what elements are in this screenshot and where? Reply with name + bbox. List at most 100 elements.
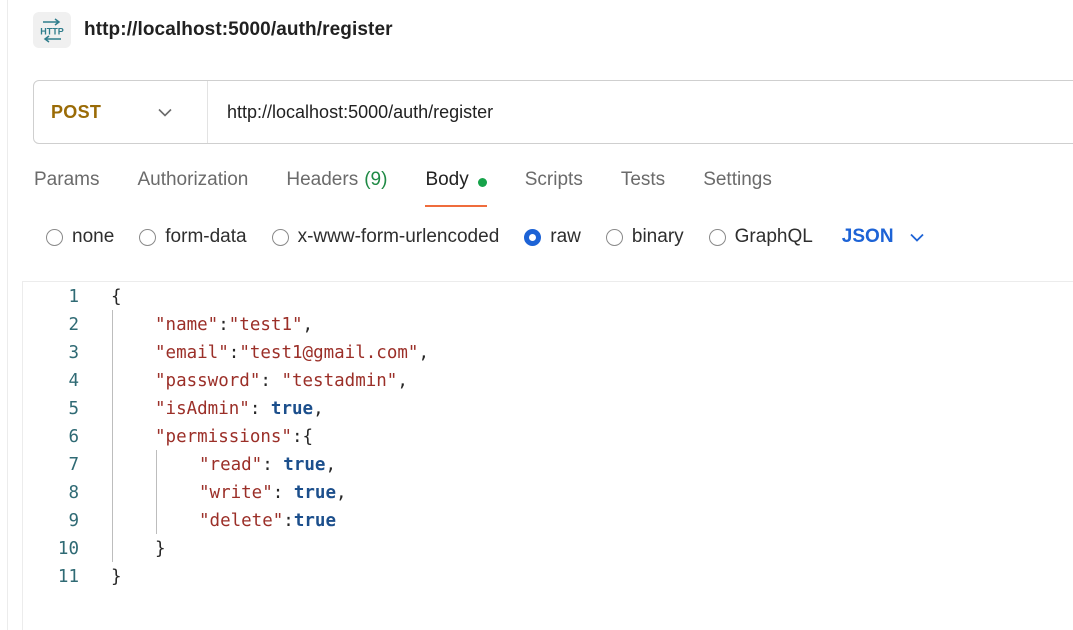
radio-button[interactable] xyxy=(271,228,289,246)
line-number: 1 xyxy=(68,287,79,307)
radio-button-selected[interactable] xyxy=(524,228,542,246)
tab-label: Scripts xyxy=(524,169,583,190)
code-token: { xyxy=(111,287,122,307)
code-token: true xyxy=(283,455,326,475)
chevron-down-icon xyxy=(909,233,924,242)
tab-label: Authorization xyxy=(137,169,249,190)
format-select[interactable]: JSON xyxy=(842,226,924,248)
code-token: : xyxy=(218,315,229,335)
radio-button[interactable] xyxy=(46,228,63,246)
tab-settings[interactable]: Settings xyxy=(703,165,772,207)
left-panel-divider xyxy=(7,0,8,630)
code-token: "test1" xyxy=(228,315,303,335)
code-editor[interactable]: 1{2 "name":"test1", 3 "email":"test1@gmail.… xyxy=(22,281,1073,630)
code-token: , xyxy=(325,455,336,475)
tab-label: Params xyxy=(34,169,100,190)
code-token: "write" xyxy=(199,483,273,503)
code-line: 10} xyxy=(23,535,1073,563)
code-line: 6 "permissions":{ xyxy=(23,423,1073,451)
code-text: "password": "testadmin", xyxy=(155,367,408,395)
code-token: } xyxy=(155,539,166,559)
code-text: "email":"test1@gmail.com", xyxy=(155,339,429,367)
code-text: "isAdmin": true, xyxy=(155,395,324,423)
line-number: 9 xyxy=(68,511,79,531)
code-token: : xyxy=(249,399,271,419)
code-token: "permissions" xyxy=(155,427,292,447)
url-bar: POST xyxy=(33,80,1073,144)
radio-label: raw xyxy=(550,226,581,247)
code-token: : xyxy=(262,455,284,475)
radio-button[interactable] xyxy=(139,228,157,246)
code-token: } xyxy=(111,567,122,587)
url-input[interactable] xyxy=(208,81,1073,143)
code-line: 3 "email":"test1@gmail.com", xyxy=(23,339,1073,367)
code-token: , xyxy=(397,371,408,391)
method-select[interactable]: POST xyxy=(34,81,208,143)
code-token: true xyxy=(293,483,336,503)
line-number: 8 xyxy=(68,483,79,503)
line-number: 2 xyxy=(68,315,79,335)
line-number: 10 xyxy=(57,539,79,559)
radio-label: none xyxy=(72,226,115,247)
radio-graphql[interactable]: GraphQL xyxy=(708,226,813,248)
tab-params[interactable]: Params xyxy=(34,165,99,207)
code-token: "email" xyxy=(155,343,229,363)
code-token: : xyxy=(228,343,240,363)
code-line: 7 "read": true, xyxy=(23,451,1073,479)
code-token: "testadmin" xyxy=(281,371,398,391)
tab-authorization[interactable]: Authorization xyxy=(137,165,248,207)
code-token: : xyxy=(272,483,294,503)
radio-button[interactable] xyxy=(605,228,623,246)
line-number: 6 xyxy=(68,427,79,447)
radio-label: GraphQL xyxy=(734,226,813,247)
code-line: 8 "write": true, xyxy=(23,479,1073,507)
tab-body[interactable]: Body xyxy=(425,165,488,207)
radio-binary[interactable]: binary xyxy=(605,226,684,248)
code-token: "name" xyxy=(155,315,219,335)
code-token: , xyxy=(302,315,314,335)
code-line: 11} xyxy=(23,563,1073,591)
radio-button[interactable] xyxy=(708,228,726,246)
tab-headers[interactable]: Headers (9) xyxy=(286,165,387,207)
code-token: :{ xyxy=(291,427,314,447)
radio-label: form-data xyxy=(165,226,247,247)
tab-label: Settings xyxy=(703,169,772,190)
line-number: 7 xyxy=(68,455,79,475)
method-label: POST xyxy=(51,101,102,122)
code-token: : xyxy=(283,511,294,531)
code-line: 2 "name":"test1", xyxy=(23,311,1073,339)
code-text: } xyxy=(155,535,166,563)
radio-label: x-www-form-urlencoded xyxy=(297,226,500,247)
radio-form-data[interactable]: form-data xyxy=(139,226,247,248)
svg-text:HTTP: HTTP xyxy=(40,27,64,37)
radio-raw[interactable]: raw xyxy=(524,226,581,248)
code-text: "delete":true xyxy=(199,507,336,535)
code-token: : xyxy=(260,371,282,391)
radio-label: binary xyxy=(631,226,684,247)
http-icon: HTTP xyxy=(33,12,71,48)
code-token: "delete" xyxy=(199,511,284,531)
body-type-options: none form-data x-www-form-urlencoded raw… xyxy=(46,222,924,252)
radio-x-www-form-urlencoded[interactable]: x-www-form-urlencoded xyxy=(271,226,500,248)
request-header: HTTP http://localhost:5000/auth/register xyxy=(33,12,393,48)
tab-tests[interactable]: Tests xyxy=(621,165,665,207)
code-token: "isAdmin" xyxy=(155,399,250,419)
code-token: "password" xyxy=(155,371,261,391)
request-tabs: Params Authorization Headers (9) Body Sc… xyxy=(34,165,810,207)
tab-label: Tests xyxy=(620,169,666,190)
code-line: 1{ xyxy=(23,283,1073,311)
line-number: 4 xyxy=(68,371,79,391)
code-token: true xyxy=(270,399,314,419)
code-text: } xyxy=(111,563,122,591)
chevron-down-icon xyxy=(158,108,172,117)
code-token: "read" xyxy=(199,455,263,475)
radio-none[interactable]: none xyxy=(46,226,114,248)
tab-scripts[interactable]: Scripts xyxy=(525,165,583,207)
code-text: "read": true, xyxy=(199,451,336,479)
code-line: 4 "password": "testadmin", xyxy=(23,367,1073,395)
tab-label: Headers xyxy=(286,169,359,190)
line-number: 3 xyxy=(68,343,79,363)
code-text: "name":"test1", xyxy=(155,311,313,339)
code-line: 9 "delete":true xyxy=(23,507,1073,535)
tab-label: Body xyxy=(425,169,469,190)
